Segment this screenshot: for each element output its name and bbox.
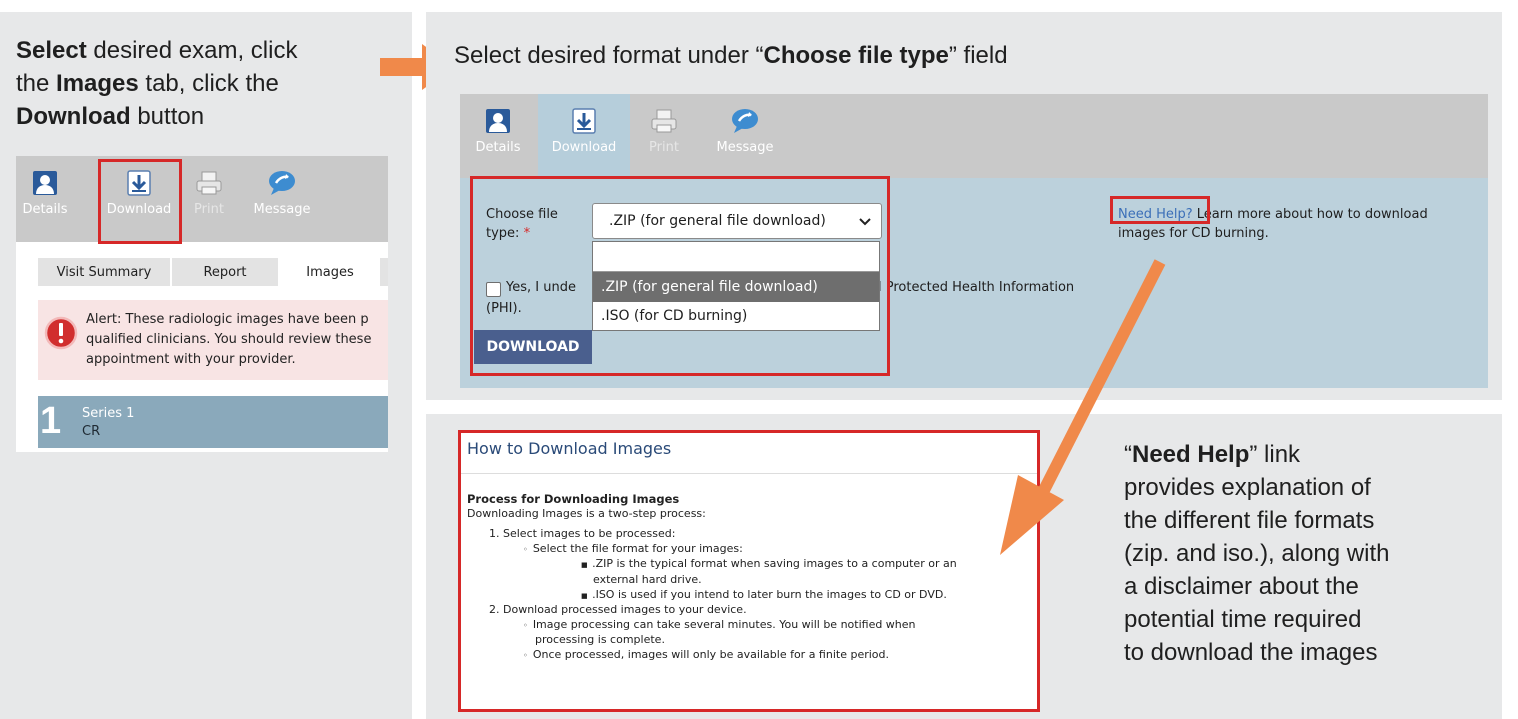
help-zip-text: .ZIP is the typical format when saving i… [592, 557, 957, 571]
help-step: 1. Select images to be processed: [489, 527, 676, 541]
help-substep: Select the file format for your images: [532, 541, 743, 555]
series-name: Series 1 [82, 406, 135, 421]
message-bubble-icon [269, 171, 295, 195]
series-row[interactable]: 1 Series 1 CR [38, 396, 388, 448]
instruction-bold-select: Select [16, 37, 87, 64]
toolbar-label: Message [716, 140, 774, 155]
bullet-circle: ◦ [523, 650, 533, 660]
heading-text: ” field [948, 42, 1008, 69]
alert-icon [44, 316, 78, 350]
instruction-text: button [130, 103, 205, 130]
alert-line: qualified clinicians. You should review … [86, 332, 372, 347]
instruction-text: tab, click the [138, 70, 279, 97]
instruction-text: desired exam, click [86, 37, 298, 64]
message-bubble-icon [732, 109, 758, 133]
help-iso-text: .ISO is used if you intend to later burn… [592, 587, 947, 601]
help-zip-text: external hard drive. [593, 572, 702, 586]
instruction-bold-download: Download [16, 103, 131, 130]
toolbar-message-button[interactable]: Message [702, 94, 788, 178]
explanation-line: a disclaimer about the [1124, 573, 1359, 600]
person-icon [33, 171, 57, 195]
alert-box: Alert: These radiologic images have been… [38, 300, 388, 380]
printer-icon [196, 171, 222, 195]
need-help-highlight [1110, 196, 1210, 224]
series-number: 1 [40, 400, 62, 442]
help-text-line: images for CD burning. [1118, 226, 1269, 241]
left-screenshot: Details Download Print Message Visit Sum… [16, 156, 388, 452]
bullet-circle: ◦ [523, 620, 533, 630]
tab-visit-summary[interactable]: Visit Summary [38, 258, 170, 286]
right-toolbar: Details Download Print Message [460, 94, 1488, 178]
download-highlight [98, 159, 182, 244]
help-modal: How to Download Images Process for Downl… [458, 430, 1040, 712]
explanation-line: to download the images [1124, 639, 1378, 666]
tab-images[interactable]: Images [280, 258, 380, 286]
alert-line: Alert: These radiologic images have been… [86, 312, 369, 327]
form-highlight [470, 176, 890, 376]
orange-arrow-icon [1000, 259, 1166, 555]
toolbar-print-button[interactable]: Print [184, 156, 234, 242]
help-modal-title: How to Download Images [467, 439, 672, 458]
tab-overflow [380, 258, 388, 286]
toolbar-details-button[interactable]: Details [460, 94, 536, 178]
help-substep: Image processing can take several minute… [532, 617, 916, 631]
left-panel: Select desired exam, click the Images ta… [0, 12, 412, 719]
bottom-right-panel: How to Download Images Process for Downl… [426, 414, 1502, 719]
right-top-panel: Select desired format under “Choose file… [426, 12, 1502, 400]
left-toolbar: Details Download Print Message [16, 156, 388, 242]
toolbar-label: Print [194, 202, 224, 217]
toolbar-label: Download [551, 140, 617, 155]
alert-text: Alert: These radiologic images have been… [86, 310, 371, 370]
help-substep: Once processed, images will only be avai… [532, 647, 890, 661]
toolbar-download-button[interactable]: Download [538, 94, 630, 178]
right-top-heading: Select desired format under “Choose file… [454, 42, 1008, 70]
bullet-square: ■ [581, 561, 593, 570]
explanation-text: ” link [1249, 441, 1301, 468]
toolbar-label: Print [649, 140, 679, 155]
instruction-bold-images: Images [56, 70, 139, 97]
help-text-line: Learn more about how to download [1192, 207, 1428, 222]
toolbar-message-button[interactable]: Message [240, 156, 324, 242]
tab-report[interactable]: Report [172, 258, 278, 286]
left-tab-bar: Visit Summary Report Images [16, 242, 388, 286]
help-modal-body: Process for Downloading Images Downloadi… [467, 492, 957, 664]
help-substep: processing is complete. [535, 633, 665, 647]
heading-text: Select desired format under “ [454, 42, 764, 69]
toolbar-print-button[interactable]: Print [634, 94, 694, 178]
left-instruction: Select desired exam, click the Images ta… [16, 34, 297, 133]
alert-line: appointment with your provider. [86, 352, 296, 367]
toolbar-label: Details [475, 140, 521, 155]
toolbar-details-button[interactable]: Details [16, 156, 74, 242]
help-intro: Downloading Images is a two-step process… [467, 506, 706, 520]
help-section-title: Process for Downloading Images [467, 492, 680, 506]
heading-bold: Choose file type [763, 42, 949, 69]
explanation-line: potential time required [1124, 606, 1362, 633]
download-icon [572, 108, 596, 134]
bullet-circle: ◦ [523, 544, 533, 554]
help-modal-divider [461, 473, 1037, 474]
printer-icon [651, 109, 677, 133]
instruction-text: the [16, 70, 57, 97]
person-icon [486, 109, 510, 133]
toolbar-label: Details [22, 202, 68, 217]
help-step: 2. Download processed images to your dev… [489, 603, 747, 617]
toolbar-label: Message [253, 202, 311, 217]
bullet-square: ■ [581, 591, 593, 600]
series-modality: CR [82, 424, 101, 439]
